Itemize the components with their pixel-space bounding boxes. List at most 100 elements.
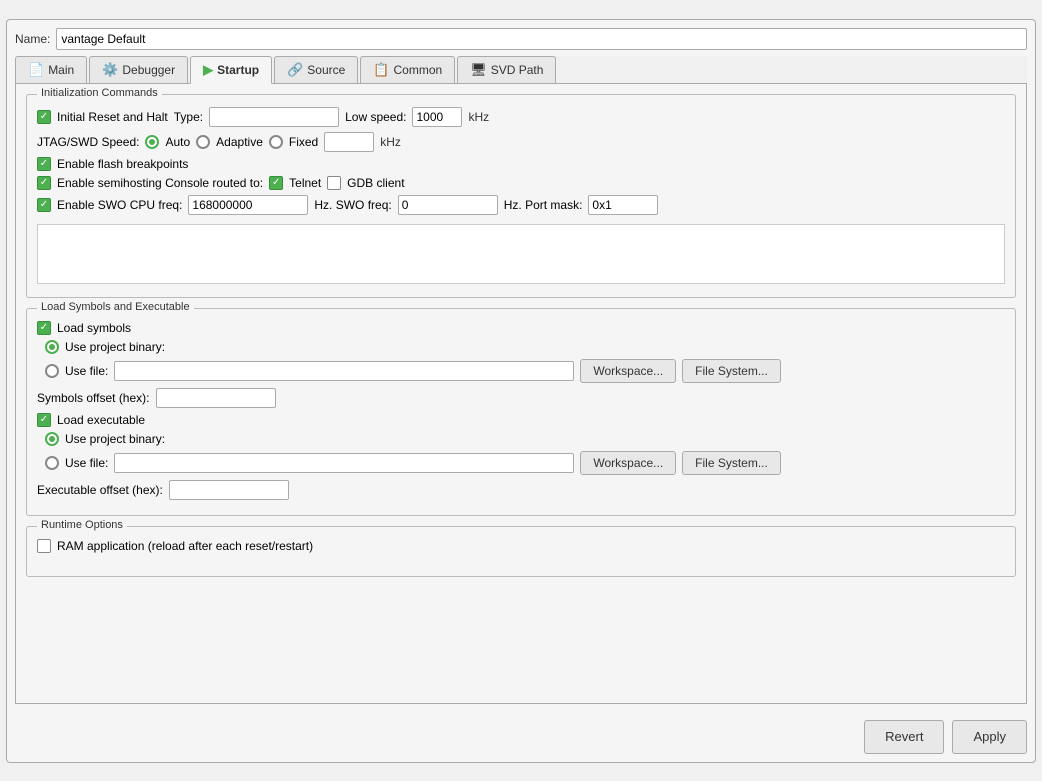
load-symbols-section: Load Symbols and Executable ✓ Load symbo… xyxy=(26,308,1016,516)
swo-hz2: Hz. Port mask: xyxy=(504,198,583,212)
type-label: Type: xyxy=(174,110,203,124)
load-executable-checkbox[interactable]: ✓ xyxy=(37,413,51,427)
debugger-tab-icon: ⚙️ xyxy=(102,62,118,78)
main-tab-icon: 📄 xyxy=(28,62,44,78)
tab-source[interactable]: 🔗 Source xyxy=(274,56,358,83)
use-project-binary-symbols-row: Use project binary: xyxy=(37,340,1005,354)
common-tab-icon: 📋 xyxy=(373,62,389,78)
runtime-section-title: Runtime Options xyxy=(37,519,127,531)
ram-application-label: RAM application (reload after each reset… xyxy=(57,539,313,553)
svdpath-tab-icon: 🖥 xyxy=(470,62,487,78)
name-input[interactable] xyxy=(56,28,1027,50)
semihosting-label: Enable semihosting Console routed to: xyxy=(57,176,263,190)
exec-offset-row: Executable offset (hex): xyxy=(37,480,1005,500)
jtag-auto-radio[interactable] xyxy=(145,135,159,149)
exec-offset-label: Executable offset (hex): xyxy=(37,483,163,497)
swo-label: Enable SWO CPU freq: xyxy=(57,198,182,212)
jtag-adaptive-label: Adaptive xyxy=(216,135,263,149)
apply-button[interactable]: Apply xyxy=(952,720,1027,754)
jtag-fixed-label: Fixed xyxy=(289,135,318,149)
swo-row: ✓ Enable SWO CPU freq: Hz. SWO freq: Hz.… xyxy=(37,195,1005,215)
jtag-label: JTAG/SWD Speed: xyxy=(37,135,139,149)
tab-debugger-label: Debugger xyxy=(122,63,175,77)
low-speed-input[interactable] xyxy=(412,107,462,127)
use-file-symbols-label: Use file: xyxy=(65,364,108,378)
startup-tab-icon: ▶ xyxy=(203,62,213,78)
load-executable-row: ✓ Load executable xyxy=(37,413,1005,427)
use-project-binary-exec-row: Use project binary: xyxy=(37,432,1005,446)
initial-reset-row: ✓ Initial Reset and Halt Type: Low speed… xyxy=(37,107,1005,127)
name-row: Name: xyxy=(15,28,1027,50)
runtime-section-content: RAM application (reload after each reset… xyxy=(37,539,1005,553)
swo-hz1: Hz. SWO freq: xyxy=(314,198,391,212)
type-input[interactable] xyxy=(209,107,339,127)
use-project-binary-exec-label: Use project binary: xyxy=(65,432,165,446)
exec-offset-input[interactable] xyxy=(169,480,289,500)
workspace-symbols-button[interactable]: Workspace... xyxy=(580,359,676,383)
use-file-exec-row: Use file: Workspace... File System... xyxy=(37,451,1005,475)
swo-checkbox[interactable]: ✓ xyxy=(37,198,51,212)
gdb-label: GDB client xyxy=(347,176,404,190)
tab-startup[interactable]: ▶ Startup xyxy=(190,56,272,84)
use-file-symbols-radio[interactable] xyxy=(45,364,59,378)
telnet-label: Telnet xyxy=(289,176,321,190)
jtag-fixed-radio[interactable] xyxy=(269,135,283,149)
use-file-exec-label: Use file: xyxy=(65,456,108,470)
low-speed-unit: kHz xyxy=(468,110,489,124)
init-section-title: Initialization Commands xyxy=(37,87,162,99)
use-file-symbols-input[interactable] xyxy=(114,361,574,381)
dialog-footer: Revert Apply xyxy=(15,712,1027,754)
jtag-fixed-input[interactable] xyxy=(324,132,374,152)
swo-freq-input[interactable] xyxy=(398,195,498,215)
tab-svdpath[interactable]: 🖥 SVD Path xyxy=(457,56,556,83)
use-project-binary-exec-radio[interactable] xyxy=(45,432,59,446)
init-commands-textarea[interactable] xyxy=(37,224,1005,284)
init-section-content: ✓ Initial Reset and Halt Type: Low speed… xyxy=(37,107,1005,287)
use-project-binary-symbols-radio[interactable] xyxy=(45,340,59,354)
tab-main-label: Main xyxy=(48,63,74,77)
jtag-auto-label: Auto xyxy=(165,135,190,149)
init-commands-section: Initialization Commands ✓ Initial Reset … xyxy=(26,94,1016,298)
use-project-binary-symbols-label: Use project binary: xyxy=(65,340,165,354)
flash-breakpoints-label: Enable flash breakpoints xyxy=(57,157,188,171)
initial-reset-checkbox[interactable]: ✓ xyxy=(37,110,51,124)
main-dialog: Name: 📄 Main ⚙️ Debugger ▶ Startup 🔗 Sou… xyxy=(6,19,1036,763)
workspace-exec-button[interactable]: Workspace... xyxy=(580,451,676,475)
load-symbols-checkbox[interactable]: ✓ xyxy=(37,321,51,335)
flash-breakpoints-row: ✓ Enable flash breakpoints xyxy=(37,157,1005,171)
filesystem-symbols-button[interactable]: File System... xyxy=(682,359,781,383)
tab-startup-label: Startup xyxy=(217,63,259,77)
semihosting-row: ✓ Enable semihosting Console routed to: … xyxy=(37,176,1005,190)
symbols-offset-input[interactable] xyxy=(156,388,276,408)
tab-debugger[interactable]: ⚙️ Debugger xyxy=(89,56,188,83)
tab-main[interactable]: 📄 Main xyxy=(15,56,87,83)
symbols-offset-label: Symbols offset (hex): xyxy=(37,391,150,405)
jtag-speed-row: JTAG/SWD Speed: Auto Adaptive Fixed kHz xyxy=(37,132,1005,152)
revert-button[interactable]: Revert xyxy=(864,720,944,754)
load-symbols-row: ✓ Load symbols xyxy=(37,321,1005,335)
tabs-bar: 📄 Main ⚙️ Debugger ▶ Startup 🔗 Source 📋 … xyxy=(15,56,1027,84)
swo-port-input[interactable] xyxy=(588,195,658,215)
source-tab-icon: 🔗 xyxy=(287,62,303,78)
load-executable-label: Load executable xyxy=(57,413,145,427)
ram-application-checkbox[interactable] xyxy=(37,539,51,553)
tab-common[interactable]: 📋 Common xyxy=(360,56,455,83)
load-symbols-label: Load symbols xyxy=(57,321,131,335)
initial-reset-label: Initial Reset and Halt xyxy=(57,110,168,124)
use-file-exec-radio[interactable] xyxy=(45,456,59,470)
runtime-section: Runtime Options RAM application (reload … xyxy=(26,526,1016,577)
flash-breakpoints-checkbox[interactable]: ✓ xyxy=(37,157,51,171)
gdb-checkbox[interactable] xyxy=(327,176,341,190)
tab-source-label: Source xyxy=(307,63,345,77)
load-section-content: ✓ Load symbols Use project binary: Use f… xyxy=(37,321,1005,500)
jtag-adaptive-radio[interactable] xyxy=(196,135,210,149)
jtag-unit: kHz xyxy=(380,135,401,149)
tab-svdpath-label: SVD Path xyxy=(491,63,544,77)
semihosting-checkbox[interactable]: ✓ xyxy=(37,176,51,190)
ram-application-row: RAM application (reload after each reset… xyxy=(37,539,1005,553)
filesystem-exec-button[interactable]: File System... xyxy=(682,451,781,475)
use-file-exec-input[interactable] xyxy=(114,453,574,473)
telnet-checkbox[interactable]: ✓ xyxy=(269,176,283,190)
swo-cpu-input[interactable] xyxy=(188,195,308,215)
name-label: Name: xyxy=(15,32,50,46)
